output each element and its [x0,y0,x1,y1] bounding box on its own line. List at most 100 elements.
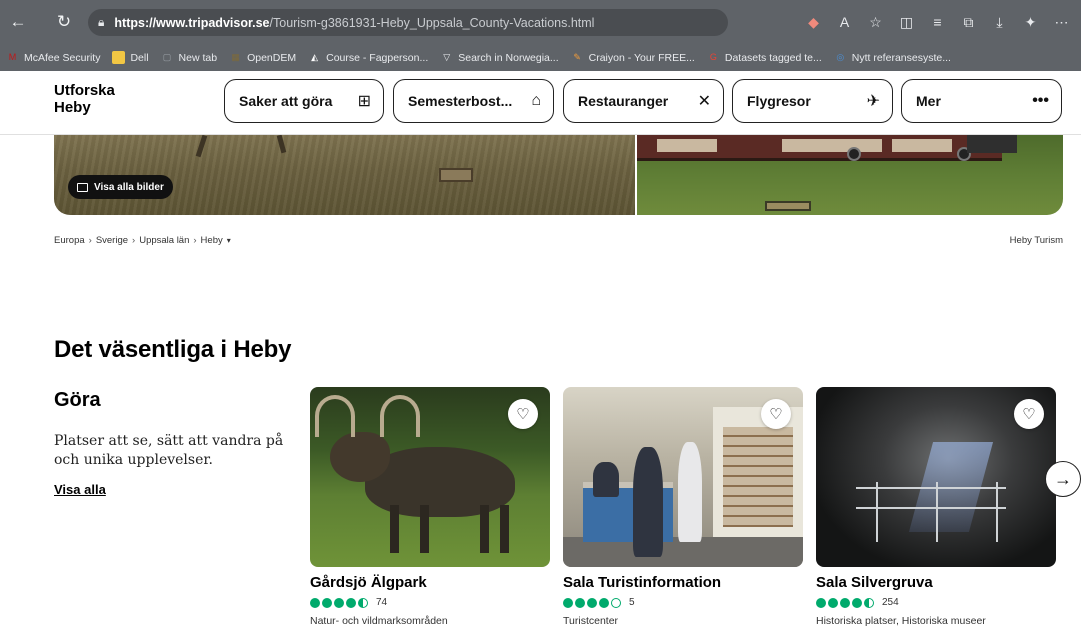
nav-more[interactable]: Mer ••• [901,79,1062,123]
ticket-icon: ⊞ [357,93,371,110]
heby-tourism-link[interactable]: Heby Turism [1010,235,1063,246]
menu-more-icon[interactable]: ⋯ [1046,10,1077,34]
save-heart-icon[interactable]: ♡ [761,399,791,429]
show-all-photos-button[interactable]: Visa alla bilder [68,175,173,199]
house-icon: ⌂ [531,92,541,109]
url-host: https://www.tripadvisor.se [114,15,270,30]
breadcrumb-uppsala[interactable]: Uppsala län [139,235,189,246]
breadcrumb-heby[interactable]: Heby [201,235,223,246]
bookmark-label: New tab [178,51,218,64]
nav-label: Mer [916,93,941,109]
mcafee-extension-icon[interactable]: ◆ [798,10,829,34]
bookmark-item[interactable]: M McAfee Security [6,51,101,64]
bookmark-label: Dell [130,51,149,64]
breadcrumb-europe[interactable]: Europa [54,235,85,246]
address-bar[interactable]: 🔒︎ https://www.tripadvisor.se/Tourism-g3… [88,9,728,36]
attraction-photo[interactable]: ♡ [310,387,550,567]
person [633,447,663,557]
wooden-frame [765,201,811,211]
nav-vacation-rentals[interactable]: Semesterbost... ⌂ [393,79,554,123]
nav-label: Flygresor [747,93,811,109]
rating-bubble [599,597,609,608]
bookmark-label: Search in Norwegia... [458,51,559,64]
rating-bubble [864,597,874,608]
read-aloud-icon[interactable]: A [829,10,860,34]
railing [856,487,1006,489]
bookmark-label: Course - Fagperson... [326,51,429,64]
moose-antler [315,395,355,437]
carousel-next-arrow-icon[interactable]: → [1045,461,1081,497]
chevron-right-icon: › [132,235,136,246]
chevron-right-icon: › [193,235,197,246]
railing-post [996,482,998,542]
bookmark-item[interactable]: ◭ Course - Fagperson... [308,51,428,64]
bookmark-item[interactable]: G Datasets tagged te... [707,51,822,64]
downloads-icon[interactable]: ⤓ [984,10,1015,34]
attraction-name[interactable]: Gårdsjö Älgpark [310,574,427,591]
newtab-icon: ▢ [162,52,172,62]
attraction-name[interactable]: Sala Turistinformation [563,574,721,591]
favorites-list-icon[interactable]: ≡ [922,10,953,34]
person [678,442,702,542]
rating-bubble [840,597,850,608]
attraction-photo[interactable]: ♡ [816,387,1056,567]
review-count: 5 [629,597,635,608]
rating-bubble [334,597,344,608]
plane-icon: ✈ [866,93,880,110]
railing-post [876,482,878,542]
back-icon[interactable]: ← [4,8,32,36]
refresh-icon[interactable]: ↻ [50,8,78,36]
bookmark-item[interactable]: ▽ Search in Norwegia... [440,51,558,64]
rating-bubble [358,597,368,608]
explore-heby-title[interactable]: Utforska Heby [54,82,115,116]
train-window [657,139,717,152]
bookmark-label: Craiyon - Your FREE... [588,51,695,64]
bookmark-item[interactable]: ▢ New tab [161,51,218,64]
pencil-icon: ✎ [573,52,581,62]
split-screen-icon[interactable]: ◫ [891,10,922,34]
save-heart-icon[interactable]: ♡ [508,399,538,429]
brand-line-1: Utforska [54,82,115,99]
hero-photo-field[interactable]: Visa alla bilder [54,135,635,215]
bookmark-item[interactable]: ◎ Nytt referansesyste... [834,51,951,64]
category-title: Göra [54,389,101,411]
bookmark-item[interactable]: ✎ Craiyon - Your FREE... [571,51,695,64]
show-all-link[interactable]: Visa alla [54,482,106,497]
rating-bubble [575,597,585,608]
favorite-star-icon[interactable]: ☆ [860,10,891,34]
wooden-frame [439,168,473,182]
rating-bubble [587,597,597,608]
rating-bubbles: 74 [310,597,387,608]
attraction-card-tourist-info[interactable]: ♡ Sala Turistinformation 5 Turistcenter [563,387,803,627]
opendem-icon: ▦ [231,52,240,62]
caret-down-icon[interactable]: ▾ [227,236,231,245]
attraction-card-silver-mine[interactable]: ♡ Sala Silvergruva 254 Historiska platse… [816,387,1056,627]
lock-icon: 🔒︎ [98,15,105,29]
course-icon: ◭ [311,52,319,62]
bookmark-item[interactable]: Dell [112,51,149,64]
collections-icon[interactable]: ⧉ [953,10,984,34]
nav-restaurants[interactable]: Restauranger ✕ [563,79,724,123]
breadcrumb-sweden[interactable]: Sverige [96,235,128,246]
hero-photo-train[interactable] [637,135,1063,215]
chevron-right-icon: › [88,235,92,246]
attraction-photo[interactable]: ♡ [563,387,803,567]
rating-bubble [852,597,862,608]
attraction-card-moose-park[interactable]: ♡ Gårdsjö Älgpark 74 Natur- och vildmark… [310,387,550,627]
moose-antler [380,395,420,437]
extensions-icon[interactable]: ✦ [1015,10,1046,34]
site-header: Utforska Heby Saker att göra ⊞ Semesterb… [0,71,1081,135]
nav-flights[interactable]: Flygresor ✈ [732,79,893,123]
rating-bubble [611,597,621,608]
save-heart-icon[interactable]: ♡ [1014,399,1044,429]
railing-post [936,482,938,542]
bookmark-label: Nytt referansesyste... [851,51,951,64]
rating-bubbles: 254 [816,597,899,608]
cutlery-icon: ✕ [697,93,711,110]
nav-label: Semesterbost... [408,93,513,109]
bookmark-item[interactable]: ▦ OpenDEM [229,51,296,64]
train-window [782,139,882,152]
nav-things-to-do[interactable]: Saker att göra ⊞ [224,79,384,123]
attraction-name[interactable]: Sala Silvergruva [816,574,933,591]
bookmark-label: McAfee Security [24,51,101,64]
